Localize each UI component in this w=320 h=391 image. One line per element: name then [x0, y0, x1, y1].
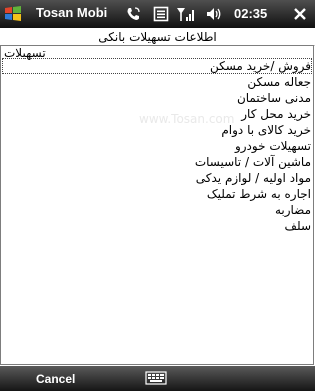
facilities-list[interactable]: تسهیلات www.Tosan.com فروش /خرید مسکن جع…	[0, 45, 314, 365]
app-title: Tosan Mobi	[36, 5, 108, 20]
page-title: اطلاعات تسهیلات بانکی	[0, 29, 315, 46]
phone-icon[interactable]	[125, 6, 141, 22]
list-item-9[interactable]: مضاربه	[275, 203, 311, 217]
windows-start-icon[interactable]	[3, 4, 23, 24]
list-item-3[interactable]: خرید محل کار	[241, 107, 311, 121]
list-item-5[interactable]: تسهیلات خودرو	[235, 139, 311, 153]
volume-icon[interactable]	[206, 6, 222, 22]
cancel-softkey[interactable]: Cancel	[36, 372, 75, 386]
signal-icon[interactable]	[176, 6, 196, 22]
close-icon[interactable]	[292, 6, 308, 22]
title-bar: Tosan Mobi 02:35	[0, 0, 315, 28]
menu-bar: Cancel	[0, 366, 315, 391]
list-item-4[interactable]: خرید کالای با دوام	[221, 123, 311, 137]
list-item-8[interactable]: اجاره به شرط تملیک	[207, 187, 311, 201]
list-item-2[interactable]: مدنی ساختمان	[237, 91, 311, 105]
clock: 02:35	[234, 6, 268, 21]
list-item-6[interactable]: ماشین آلات / تاسیسات	[195, 155, 311, 169]
list-item-1[interactable]: جعاله مسکن	[247, 75, 311, 89]
list-item-10[interactable]: سلف	[285, 219, 311, 233]
message-icon[interactable]	[153, 6, 169, 22]
list-item-7[interactable]: مواد اولیه / لوازم یدکی	[196, 171, 311, 185]
list-item-0[interactable]: فروش /خرید مسکن	[210, 59, 311, 73]
keyboard-icon[interactable]	[145, 371, 167, 385]
watermark: www.Tosan.com	[139, 112, 235, 126]
